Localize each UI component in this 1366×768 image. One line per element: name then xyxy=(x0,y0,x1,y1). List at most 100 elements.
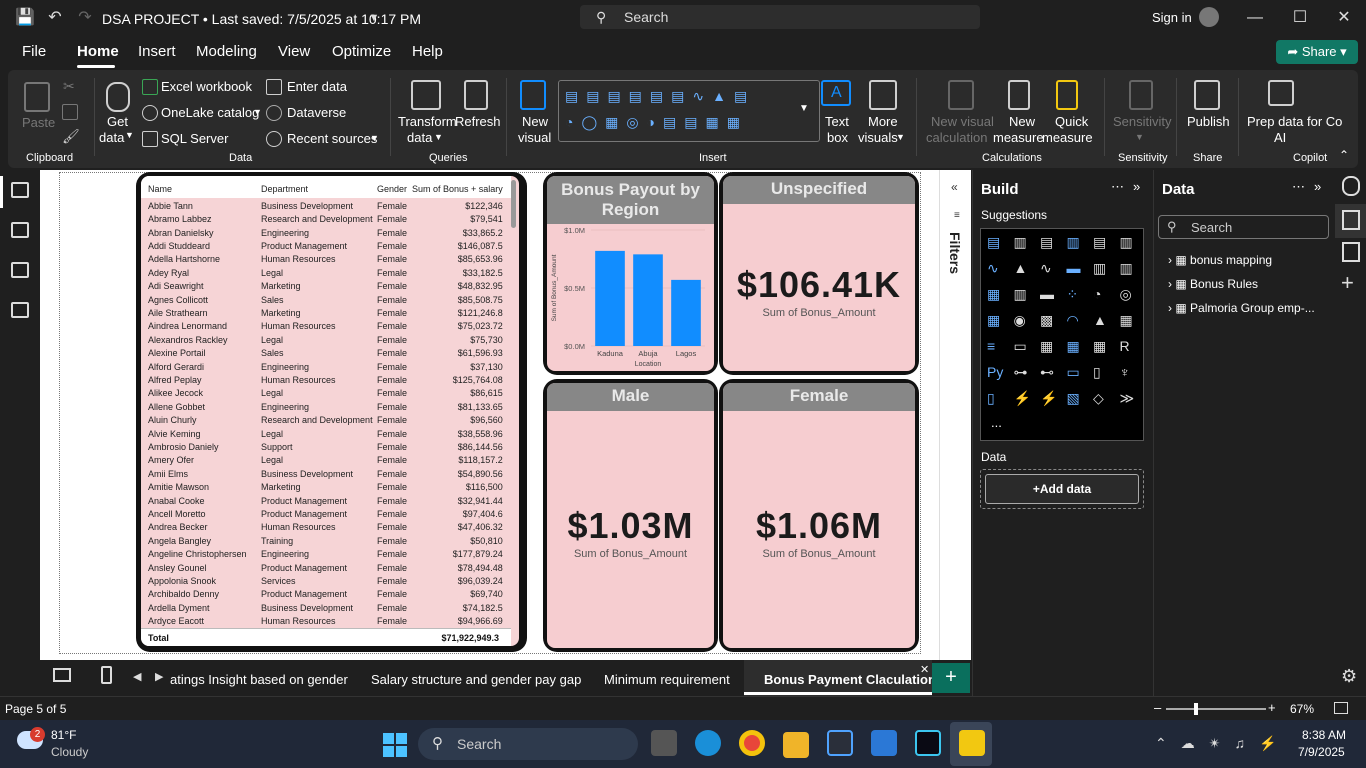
table-item-bonus-mapping[interactable]: › ▦ bonus mapping xyxy=(1168,253,1272,267)
table-row[interactable]: Ambrosio Daniely Support Female $86,144.56 xyxy=(146,440,505,453)
table-row[interactable]: Ancell Moretto Product Management Female $9… xyxy=(146,507,505,520)
redo-icon[interactable]: ↷ xyxy=(75,8,95,28)
waterfall-icon[interactable]: ▥ xyxy=(1093,260,1111,276)
app-icon[interactable] xyxy=(915,730,941,756)
table-row[interactable]: Adey Ryal Legal Female $33,182.5 xyxy=(146,266,505,279)
save-icon[interactable]: 💾 xyxy=(15,8,35,28)
table-scrollbar[interactable] xyxy=(511,180,516,228)
table-row[interactable]: Allene Gobbet Engineering Female $81,133.65 xyxy=(146,400,505,413)
publish-button[interactable]: Publish xyxy=(1187,114,1230,129)
ribbon-chart-icon[interactable]: ▬ xyxy=(1067,260,1085,276)
table-item-palmoria-group[interactable]: › ▦ Palmoria Group emp-... xyxy=(1168,301,1315,315)
chrome-browser-icon[interactable] xyxy=(739,730,765,756)
new-visual-label-1[interactable]: New xyxy=(522,114,548,129)
new-visual-label-2[interactable]: visual xyxy=(518,130,551,145)
table-row[interactable]: Andrea Becker Human Resources Female $47,40… xyxy=(146,521,505,534)
kpi-icon[interactable]: ▭ xyxy=(1014,338,1032,354)
menu-insert[interactable]: Insert xyxy=(138,43,176,60)
menu-help[interactable]: Help xyxy=(412,43,443,60)
copy-icon[interactable] xyxy=(62,104,78,120)
zoom-slider-thumb[interactable] xyxy=(1194,703,1198,715)
arcgis-icon[interactable]: ▲ xyxy=(1093,312,1111,328)
table-row[interactable]: Ardyce Eacott Human Resources Female $94,96… xyxy=(146,615,505,628)
stacked-bar-icon[interactable]: ▤ xyxy=(987,234,1005,250)
goals-icon[interactable]: ♆ xyxy=(1120,364,1138,380)
expand-filters-icon[interactable]: « xyxy=(951,180,958,194)
dax-query-view-icon[interactable] xyxy=(11,302,29,318)
avatar-icon[interactable] xyxy=(1199,7,1219,27)
table-row[interactable]: Ansley Gounel Product Management Female $78… xyxy=(146,561,505,574)
chevron-down-icon[interactable]: ▼ xyxy=(1135,132,1144,142)
menu-modeling[interactable]: Modeling xyxy=(196,43,257,60)
bonus-by-region-chart[interactable]: Bonus Payout by Region $0.0M $0.5M $1.0M Su… xyxy=(547,176,714,371)
table-row[interactable]: Alford Gerardi Engineering Female $37,130 xyxy=(146,360,505,373)
chevron-down-icon[interactable]: ▼ xyxy=(434,132,443,142)
table-row[interactable]: Alfred Peplay Human Resources Female $125,7… xyxy=(146,373,505,386)
treemap-icon[interactable]: ▦ xyxy=(987,312,1005,328)
tab-bonus-payment[interactable]: Bonus Payment Claculation xyxy=(764,672,936,687)
paste-button[interactable]: Paste xyxy=(22,115,55,130)
line-column-icon[interactable]: ▦ xyxy=(987,286,1005,302)
slicer-icon[interactable]: ▧ xyxy=(1067,390,1085,406)
table-row[interactable]: Archibaldo Denny Product Management Female… xyxy=(146,588,505,601)
column-header-sum-bonus-salary[interactable]: Sum of Bonus + salary xyxy=(410,179,505,199)
key-influencers-icon[interactable]: ⊶ xyxy=(1014,364,1032,380)
file-explorer-icon[interactable] xyxy=(783,732,809,758)
table-row[interactable]: Aile Strathearn Marketing Female $121,246.8 xyxy=(146,306,505,319)
funnel-bar-icon[interactable]: ▬ xyxy=(1040,286,1058,302)
data-search-input[interactable]: ⚲ Search xyxy=(1158,215,1329,239)
new-measure-label-2[interactable]: measure xyxy=(993,130,1044,145)
scatter-icon[interactable]: ⁘ xyxy=(1067,286,1085,302)
table-row[interactable]: Abramo Labbez Research and Development Fem… xyxy=(146,212,505,225)
text-box-label-1[interactable]: Text xyxy=(825,114,849,129)
filled-map-icon[interactable]: ▩ xyxy=(1040,312,1058,328)
chevron-down-icon[interactable]: ▼ xyxy=(370,133,379,143)
paginated-icon[interactable]: ▯ xyxy=(987,390,1005,406)
table-row[interactable]: Aluin Churly Research and Development Fema… xyxy=(146,414,505,427)
more-visuals-label-1[interactable]: More xyxy=(868,114,898,129)
notepad-icon[interactable] xyxy=(871,730,897,756)
table-viz-icon[interactable]: ▦ xyxy=(1067,338,1085,354)
column-header-department[interactable]: Department xyxy=(259,179,375,199)
bar[interactable] xyxy=(595,250,625,346)
line-chart-icon[interactable]: ∿ xyxy=(987,260,1005,276)
zoom-slider[interactable] xyxy=(1166,703,1266,715)
multi-card-icon[interactable]: ▦ xyxy=(1040,338,1058,354)
quick-measure-label-2[interactable]: measure xyxy=(1042,130,1093,145)
visualizations-gallery[interactable]: ▤ ▥ ▤ ▥ ▤ ▥ ∿ ▲ ∿ ▬ ▥ ▥ ▦ ▥ ▬ ⁘ ◔ ◎ ▦ ◉ ▩ ◠ ▲ ▦ ≡ ▭ ▦ ▦ ▦ R Py ⊶ ⊷ ▭ ▯ ♆ ▯ ⚡ ⚡… xyxy=(980,228,1144,441)
gallery-expand-icon[interactable]: ▼ xyxy=(799,103,809,114)
dataverse-button[interactable]: Dataverse xyxy=(287,105,346,120)
table-row[interactable]: Alvie Keming Legal Female $38,558.96 xyxy=(146,427,505,440)
table-row[interactable]: Amery Ofer Legal Female $118,157.2 xyxy=(146,454,505,467)
collapse-ribbon-icon[interactable]: ⌃ xyxy=(1339,148,1349,162)
collapse-pane-icon[interactable]: » xyxy=(1314,179,1321,194)
menu-optimize[interactable]: Optimize xyxy=(332,43,391,60)
clustered-bar-icon[interactable]: ▤ xyxy=(1040,234,1058,250)
text-box-label-2[interactable]: box xyxy=(827,130,848,145)
stacked-area-icon[interactable]: ∿ xyxy=(1040,260,1058,276)
card-icon[interactable]: ≡ xyxy=(987,338,1005,354)
chevron-down-icon[interactable]: ▼ xyxy=(125,130,134,140)
decomposition-tree-icon[interactable]: ⊷ xyxy=(1040,364,1058,380)
matrix-icon[interactable]: ▦ xyxy=(1093,338,1111,354)
power-bi-icon[interactable] xyxy=(959,730,985,756)
more-visuals-label-2[interactable]: visuals xyxy=(858,130,898,145)
recent-sources-button[interactable]: Recent sources xyxy=(287,131,377,146)
edge-browser-icon[interactable] xyxy=(695,730,721,756)
transform-data-label-1[interactable]: Transform xyxy=(398,114,457,129)
sql-server-button[interactable]: SQL Server xyxy=(161,131,228,146)
clock-date[interactable]: 7/9/2025 xyxy=(1298,745,1345,759)
table-row[interactable]: Adella Hartshorne Human Resources Female $8… xyxy=(146,253,505,266)
donut-chart-icon[interactable]: ◎ xyxy=(1120,286,1138,302)
clock-time[interactable]: 8:38 AM xyxy=(1302,728,1346,742)
100-column-icon[interactable]: ▥ xyxy=(1120,234,1138,250)
excel-workbook-button[interactable]: Excel workbook xyxy=(161,79,252,94)
power-apps-icon[interactable]: ⚡ xyxy=(1014,390,1032,406)
narrative-icon[interactable]: ▯ xyxy=(1093,364,1111,380)
filters-label[interactable]: Filters xyxy=(947,232,963,274)
more-visuals-icon[interactable]: ... xyxy=(991,415,1002,430)
tab-ratings-insight[interactable]: atings Insight based on gender xyxy=(170,672,348,687)
column-header-gender[interactable]: Gender xyxy=(375,179,410,199)
build-pane-icon[interactable] xyxy=(1342,210,1360,230)
table-row[interactable]: Agnes Collicott Sales Female $85,508.75 xyxy=(146,293,505,306)
